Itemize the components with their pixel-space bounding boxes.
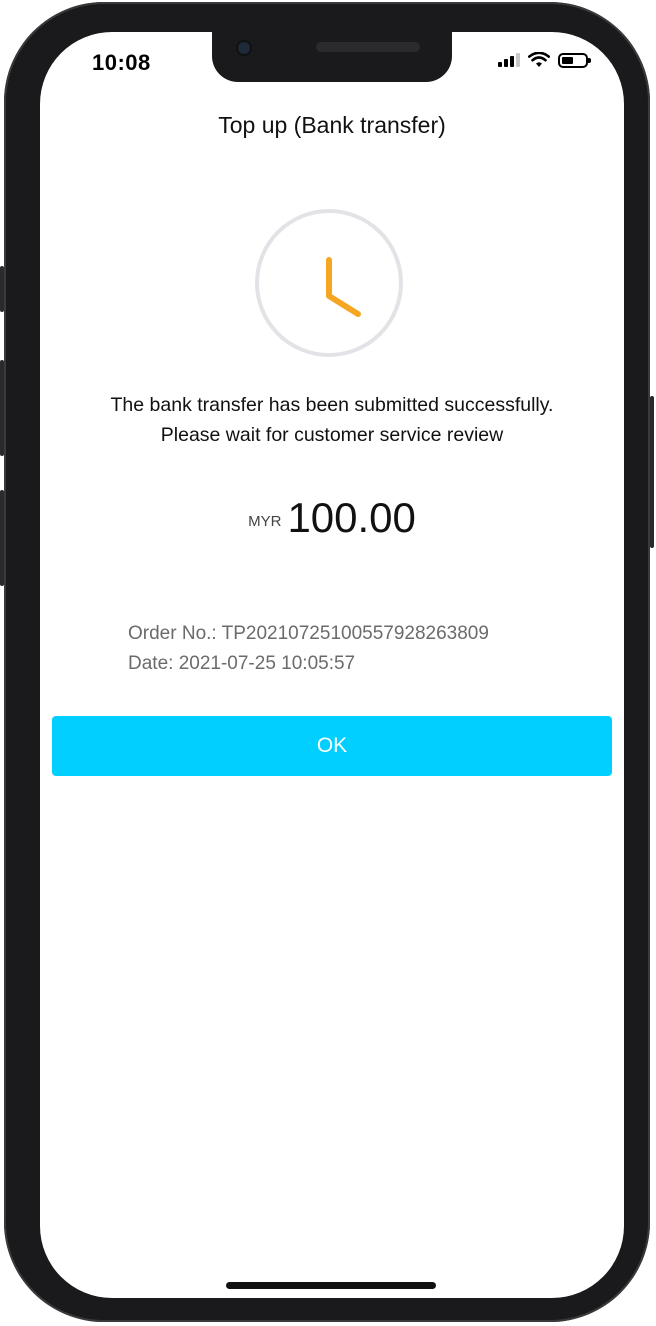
wifi-icon: [528, 52, 550, 67]
page-title: Top up (Bank transfer): [218, 112, 446, 138]
power-button: [650, 396, 654, 548]
screen: 10:08 Top up (Bank transfer) The bank tr…: [40, 32, 624, 1298]
phone-frame: 10:08 Top up (Bank transfer) The bank tr…: [0, 2, 654, 1322]
battery-icon: [558, 52, 591, 68]
notch: [212, 32, 452, 82]
order-details: Order No.: TP202107251005579282638​09 Da…: [128, 619, 489, 679]
camera-icon: [238, 42, 250, 54]
amount-value: 100.00: [287, 494, 416, 541]
volume-down-button: [0, 490, 4, 586]
home-indicator[interactable]: [226, 1282, 436, 1289]
status-icons: [498, 52, 591, 68]
clock-icon: [255, 209, 403, 357]
speaker-grille: [316, 42, 420, 52]
volume-up-button: [0, 360, 4, 456]
status-message-line1: The bank transfer has been submitted suc…: [110, 394, 554, 416]
ok-button[interactable]: OK: [52, 716, 612, 776]
status-time: 10:08: [92, 50, 151, 75]
signal-icon: [498, 53, 520, 67]
order-date: Date: 2021-07-25 10:05:57: [128, 653, 356, 674]
mute-switch: [0, 266, 4, 312]
status-message-line2: Please wait for customer service review: [160, 424, 504, 446]
status-message: The bank transfer has been submitted suc…: [40, 390, 624, 450]
order-number: Order No.: TP202107251005579282638​09: [128, 623, 489, 644]
amount-display: MYR 100.00: [40, 494, 624, 542]
currency-label: MYR: [248, 512, 282, 530]
